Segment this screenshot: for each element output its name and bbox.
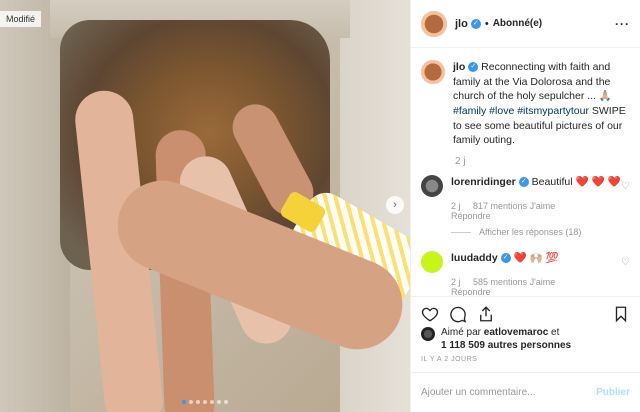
- comment-input[interactable]: [421, 387, 597, 398]
- carousel-dot: [210, 400, 214, 404]
- carousel-indicator: [182, 400, 228, 404]
- comment-body: Beautiful: [528, 176, 576, 189]
- avatar[interactable]: [421, 175, 443, 198]
- liked-by-user[interactable]: eatlovemaroc: [484, 327, 548, 338]
- comments-list[interactable]: jlo ✓ Reconnecting with faith and family …: [411, 48, 640, 296]
- bookmark-icon[interactable]: [612, 305, 630, 323]
- publish-button[interactable]: Publier: [596, 387, 630, 398]
- like-comment-icon[interactable]: ♡: [621, 257, 630, 268]
- heart-icon[interactable]: [421, 305, 439, 323]
- instagram-post: Modifié › jlo ✓ • Abonné(e) ··· jlo ✓ Re…: [0, 0, 640, 412]
- comment: luudaddy ✓ ❤️ 🙌🏼 💯 ♡: [421, 251, 630, 274]
- edited-badge: Modifié: [0, 11, 42, 27]
- comment-meta: 2 j 817 mentions J'aime: [451, 201, 630, 211]
- verified-icon: ✓: [470, 18, 481, 29]
- carousel-dot: [196, 400, 200, 404]
- avatar[interactable]: [421, 10, 447, 37]
- heart-emojis: ❤️ ❤️ ❤️: [575, 176, 621, 189]
- comment-icon[interactable]: [449, 305, 467, 323]
- comment-meta: 2 j 585 mentions J'aime: [451, 277, 630, 287]
- post-timestamp: IL Y A 2 JOURS: [421, 356, 478, 363]
- caption: jlo ✓ Reconnecting with faith and family …: [421, 60, 630, 148]
- liked-by: Aimé par eatlovemaroc et 1 118 509 autre…: [421, 326, 630, 352]
- comment: lorenridinger ✓ Beautiful ❤️ ❤️ ❤️ ♡: [421, 175, 630, 198]
- comment-emojis: ❤️ 🙌🏼 💯: [513, 252, 559, 265]
- carousel-dot: [189, 400, 193, 404]
- more-options-icon[interactable]: ···: [615, 17, 630, 31]
- carousel-dot: [182, 400, 186, 404]
- like-comment-icon[interactable]: ♡: [621, 181, 630, 192]
- post-photo[interactable]: Modifié ›: [0, 0, 410, 412]
- comment-time: 2 j: [451, 201, 461, 212]
- hashtags[interactable]: #family #love #itsmypartytour: [453, 105, 589, 117]
- liked-by-count[interactable]: 1 118 509 autres personnes: [441, 340, 571, 351]
- chevron-right-icon: ›: [393, 199, 397, 211]
- comment-text: lorenridinger ✓ Beautiful ❤️ ❤️ ❤️: [451, 175, 621, 197]
- comment-likes[interactable]: 817 mentions J'aime: [473, 201, 555, 211]
- post-header: jlo ✓ • Abonné(e) ···: [411, 0, 640, 48]
- caption-username[interactable]: jlo: [453, 61, 465, 73]
- author-username[interactable]: jlo: [455, 18, 468, 30]
- liked-by-middle: et: [548, 327, 560, 338]
- comment-time: 2 j: [451, 277, 461, 288]
- comment-text: luudaddy ✓ ❤️ 🙌🏼 💯: [451, 251, 559, 273]
- verified-icon: ✓: [468, 62, 479, 73]
- avatar[interactable]: [421, 327, 435, 341]
- avatar[interactable]: [421, 251, 443, 274]
- next-photo-button[interactable]: ›: [386, 196, 404, 214]
- follow-status-button[interactable]: Abonné(e): [493, 18, 542, 29]
- share-icon[interactable]: [477, 305, 495, 323]
- caption-text: jlo ✓ Reconnecting with faith and family …: [453, 60, 630, 148]
- separator: •: [484, 17, 489, 30]
- view-replies-button[interactable]: Afficher les réponses (18): [451, 227, 630, 237]
- add-comment-bar: Publier: [411, 372, 640, 412]
- post-sidebar: jlo ✓ • Abonné(e) ··· jlo ✓ Reconnecting …: [410, 0, 640, 412]
- reply-button[interactable]: Répondre: [451, 211, 630, 221]
- reply-button[interactable]: Répondre: [451, 287, 630, 296]
- comment-username[interactable]: lorenridinger: [451, 176, 516, 188]
- verified-icon: ✓: [500, 253, 511, 264]
- comment-likes[interactable]: 585 mentions J'aime: [473, 277, 555, 287]
- caption-time: 2 j: [455, 156, 466, 168]
- carousel-dot: [224, 400, 228, 404]
- avatar[interactable]: [421, 60, 445, 84]
- comment-username[interactable]: luudaddy: [451, 252, 498, 264]
- carousel-dot: [203, 400, 207, 404]
- liked-by-prefix: Aimé par: [441, 327, 484, 338]
- verified-icon: ✓: [518, 177, 529, 188]
- post-actions: [411, 296, 640, 330]
- carousel-dot: [217, 400, 221, 404]
